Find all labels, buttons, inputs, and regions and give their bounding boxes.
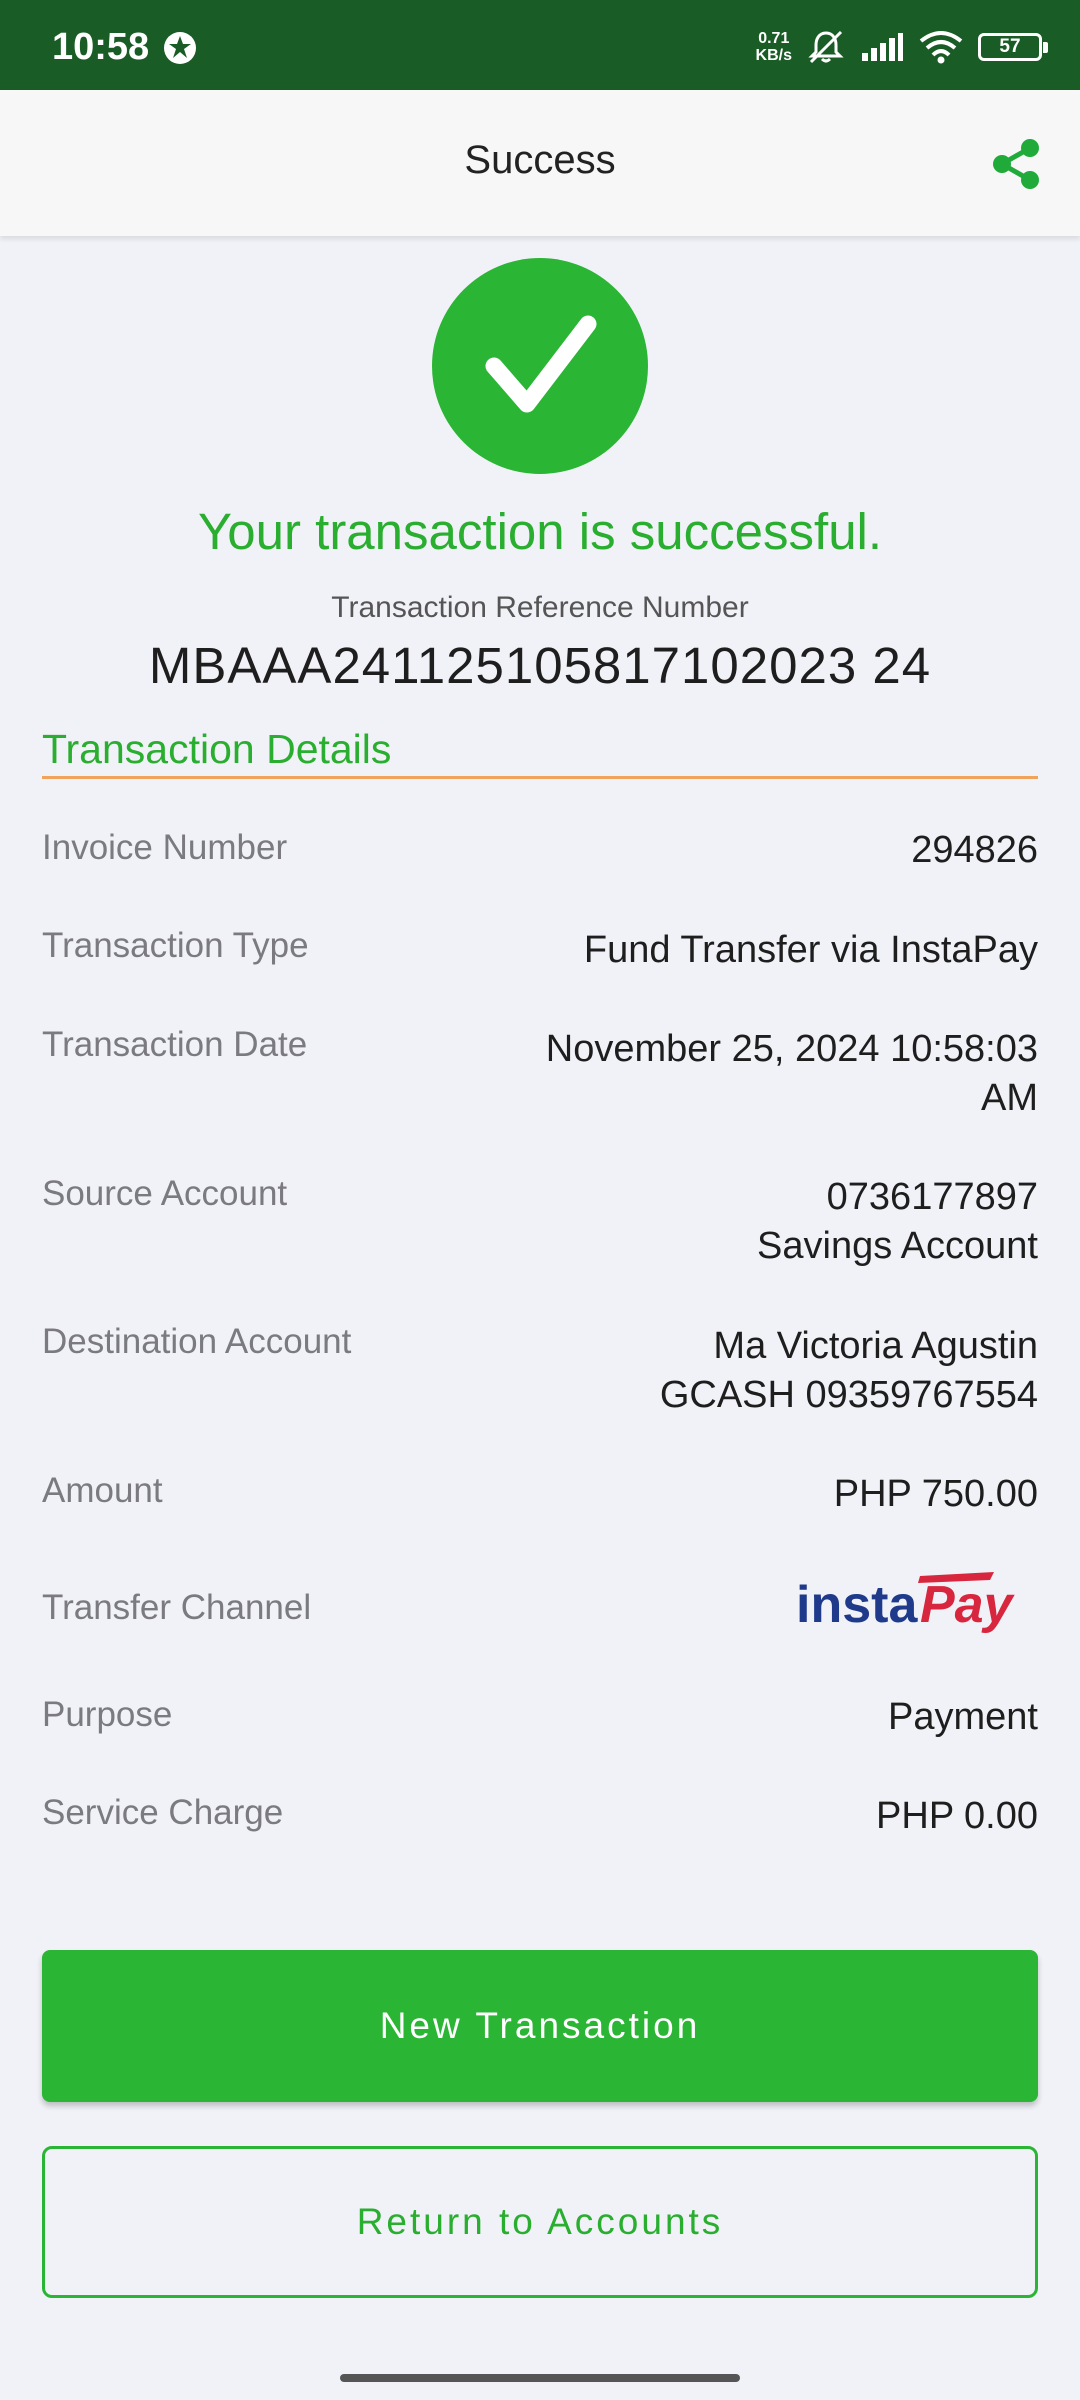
success-message: Your transaction is successful. (197, 503, 883, 560)
source-account-type: Savings Account (757, 1225, 1038, 1267)
destination-account-label: Destination Account (42, 1322, 352, 1361)
signal-icon (862, 33, 903, 61)
checkmark-icon (485, 315, 597, 413)
status-time: 10:58 (52, 26, 150, 68)
invoice-value: 294826 (911, 829, 1038, 871)
destination-account-value: Ma Victoria Agustin GCASH 09359767554 (478, 1322, 1038, 1420)
source-account-number: 0736177897 (826, 1176, 1038, 1218)
network-speed-value: 0.71 (758, 30, 790, 47)
new-transaction-button[interactable]: New Transaction (42, 1950, 1038, 2102)
status-icons: 0.71 KB/s 57 (756, 24, 1048, 70)
source-account-value: 0736177897 Savings Account (478, 1173, 1038, 1271)
invoice-label: Invoice Number (42, 828, 288, 867)
instapay-logo-text-a: insta (796, 1576, 918, 1634)
amount-label: Amount (42, 1471, 163, 1510)
transaction-type-value: Fund Transfer via InstaPay (583, 929, 1038, 971)
transaction-date-line1: November 25, 2024 10:58:03 (545, 1028, 1038, 1070)
reference-label: Transaction Reference Number (331, 591, 749, 624)
instapay-logo: insta Pay (796, 1572, 1016, 1634)
transaction-date-line2: AM (981, 1077, 1038, 1119)
details-divider (42, 776, 1038, 779)
network-speed-unit: KB/s (755, 47, 792, 64)
reference-number: MBAAA241125105817102023 24 (148, 637, 932, 694)
transaction-date-label: Transaction Date (42, 1025, 308, 1064)
transaction-type-label: Transaction Type (42, 926, 309, 965)
share-icon[interactable] (988, 136, 1044, 192)
app-bar: Success (0, 90, 1080, 236)
details-section-title: Transaction Details (42, 726, 392, 772)
battery-icon: 57 (978, 33, 1048, 61)
page-title: Success (464, 138, 616, 182)
amount-value: PHP 750.00 (833, 1473, 1038, 1515)
purpose-value: Payment (888, 1696, 1038, 1738)
mute-bell-icon (808, 30, 844, 64)
source-account-label: Source Account (42, 1174, 288, 1213)
transfer-channel-label: Transfer Channel (42, 1588, 312, 1627)
destination-account-number: GCASH 09359767554 (659, 1374, 1038, 1416)
destination-account-name: Ma Victoria Agustin (713, 1325, 1038, 1367)
status-bar: 10:58 0.71 KB/s 57 (0, 0, 1080, 90)
success-badge (432, 258, 648, 474)
service-charge-value: PHP 0.00 (876, 1795, 1038, 1837)
service-charge-label: Service Charge (42, 1793, 284, 1832)
purpose-label: Purpose (42, 1695, 173, 1734)
notification-app-icon (164, 32, 196, 64)
wifi-icon (919, 31, 963, 64)
network-speed: 0.71 KB/s (756, 30, 792, 64)
return-to-accounts-button[interactable]: Return to Accounts (42, 2146, 1038, 2298)
instapay-logo-text-b: Pay (920, 1576, 1016, 1634)
home-indicator[interactable] (340, 2374, 740, 2382)
transaction-date-value: November 25, 2024 10:58:03 AM (478, 1025, 1038, 1123)
